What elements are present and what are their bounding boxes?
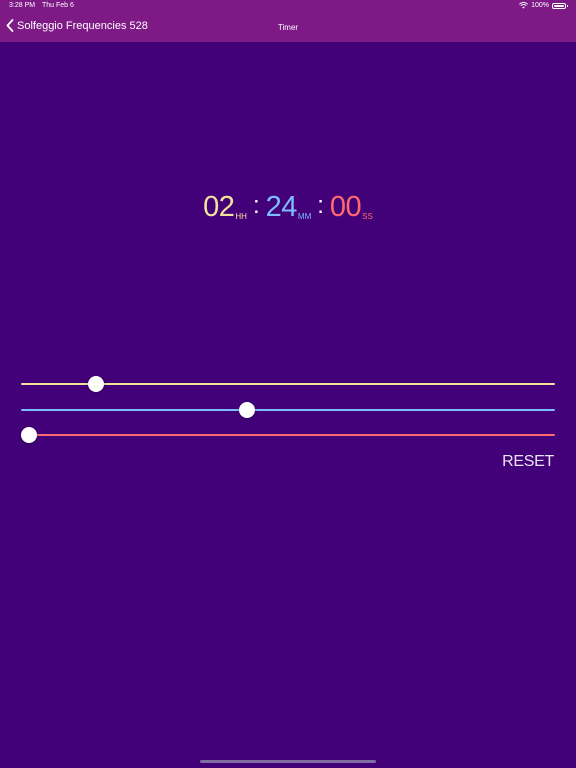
wifi-icon bbox=[519, 2, 529, 9]
battery-icon bbox=[552, 2, 568, 9]
minutes-value: 24 bbox=[265, 191, 298, 223]
status-date: Thu Feb 6 bbox=[42, 2, 74, 9]
battery-percent: 100% bbox=[531, 2, 549, 9]
minutes-slider[interactable] bbox=[21, 400, 555, 420]
minutes-unit: MM bbox=[297, 212, 312, 221]
hours-slider-thumb[interactable] bbox=[88, 376, 105, 392]
navigation-bar: Solfeggio Frequencies 528 Timer bbox=[0, 14, 576, 42]
seconds-slider-thumb[interactable] bbox=[21, 427, 37, 443]
time-separator: : bbox=[252, 192, 260, 219]
time-separator: : bbox=[317, 192, 324, 219]
seconds-slider[interactable] bbox=[21, 425, 555, 445]
minutes-slider-track bbox=[21, 409, 555, 411]
seconds-value: 00 bbox=[329, 191, 362, 223]
status-bar: 3:28 PM Thu Feb 6 100% bbox=[0, 0, 576, 14]
timer-display: 02 HH : 24 MM : 00 SS bbox=[0, 190, 576, 224]
minutes-slider-thumb[interactable] bbox=[238, 402, 255, 418]
seconds-unit: SS bbox=[362, 212, 373, 221]
status-right: 100% bbox=[519, 2, 568, 9]
home-indicator bbox=[200, 760, 376, 763]
reset-button[interactable]: RESET bbox=[502, 453, 554, 471]
page-title: Timer bbox=[277, 23, 299, 32]
status-time: 3:28 PM bbox=[9, 2, 36, 9]
seconds-slider-track bbox=[21, 434, 555, 436]
hours-slider[interactable] bbox=[21, 374, 555, 394]
hours-value: 02 bbox=[203, 191, 235, 223]
hours-unit: HH bbox=[235, 212, 247, 221]
